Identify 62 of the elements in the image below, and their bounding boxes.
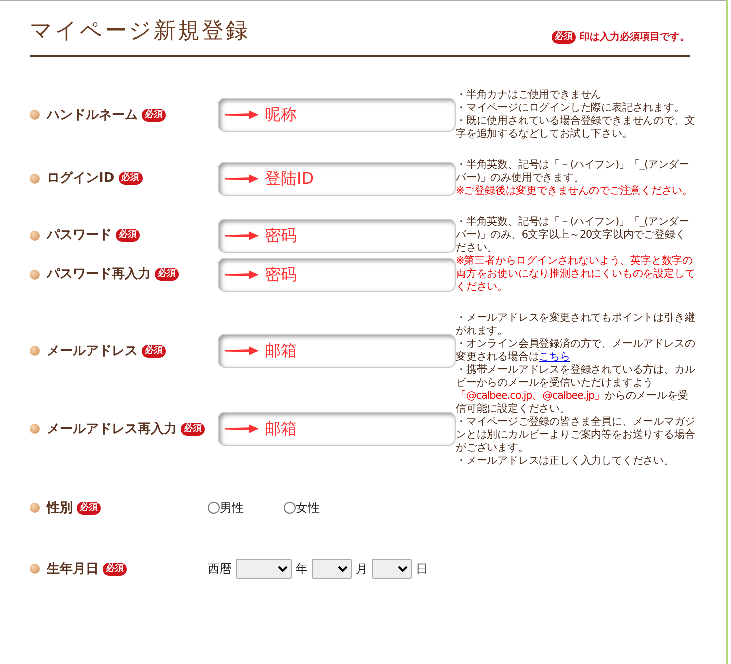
bullet-icon (30, 174, 40, 184)
note-text: ・マイページにログインした際に表記されます。 (456, 102, 685, 116)
radio-label: 女性 (296, 500, 320, 518)
input-field[interactable]: 邮箱 (218, 334, 456, 368)
bullet-icon (30, 564, 40, 574)
note-text: ・マイページご登録の皆さま全員に、メールマガジンとは別にカルビーよりご案内等をお送りする場合がございます。 (456, 416, 696, 455)
input-field[interactable]: 昵称 (218, 98, 456, 132)
note-text: ※ご登録後は変更できませんのでご注意ください。 (456, 185, 694, 198)
required-badge: 必須 (142, 108, 166, 122)
bullet-icon (30, 230, 40, 241)
bullet-icon (30, 270, 40, 280)
radio-label: 男性 (220, 500, 244, 518)
field-label: パスワード再入力 (47, 266, 151, 284)
arrow-icon (225, 270, 259, 280)
arrow-icon (225, 230, 259, 241)
date-select[interactable] (372, 559, 412, 580)
note-text: ・携帯メールアドレスを登録されている方は、カルビーからのメールを受信いただけますよう 「@calbee.co.jp、@calbee.jp」からのメールを受信可能に設定ください。 (456, 364, 696, 416)
bullet-icon (30, 503, 40, 514)
note-text: ・既に使用されている場合登録できませんので、文字を追加するなどしてお試し下さい。 (456, 115, 696, 142)
input-field[interactable]: 密码 (218, 218, 456, 253)
input-field[interactable]: 登陆ID (218, 162, 456, 196)
arrow-icon (225, 424, 259, 434)
date-label: 日 (416, 561, 428, 578)
required-badge: 必須 (116, 229, 140, 242)
arrow-icon (225, 174, 259, 184)
link[interactable]: こちら (539, 351, 570, 364)
input-field[interactable]: 邮箱 (218, 412, 456, 446)
field-label: メールアドレス (47, 342, 138, 361)
input-field[interactable]: 密码 (218, 258, 456, 292)
required-note: 印は入力必須項目です。 (580, 30, 690, 46)
date-select[interactable] (312, 559, 352, 580)
field-label: 生年月日 (47, 560, 99, 579)
note-text: ※第三者からログインされないよう、英字と数字の両方をお使いになり推測されにくいものを設定してください。 (456, 255, 696, 294)
field-label: ログインID (47, 170, 115, 188)
bullet-icon (30, 110, 40, 120)
arrow-icon (225, 110, 259, 120)
arrow-icon (225, 346, 259, 356)
bullet-icon (30, 346, 40, 356)
note-text: ・オンライン会員登録済の方で、メールアドレスの変更される場合はこちら (456, 338, 696, 364)
radio-button[interactable] (208, 502, 220, 514)
required-badge: 必須 (77, 502, 101, 515)
required-badge: 必須 (142, 344, 166, 358)
date-label: 西暦 (208, 561, 232, 578)
note-text: ・半角英数、記号は「－(ハイフン)」「_(アンダーバー)」のみ、6文字以上～20文字以内でご登録ください。 (456, 216, 691, 255)
note-text: ・半角英数、記号は「－(ハイフン)」「_(アンダーバー)」のみ使用できます。 (456, 159, 691, 185)
required-badge: 必須 (552, 31, 576, 44)
note-text: ・メールアドレスは正しく入力してください。 (456, 455, 676, 468)
bullet-icon (30, 424, 40, 434)
note-text: ・メールアドレスを変更されてもポイントは引き継がれます。 (456, 312, 696, 338)
required-badge: 必須 (181, 422, 205, 436)
field-label: パスワード (47, 227, 112, 246)
page-title: マイページ新規登録 (30, 19, 250, 46)
date-label: 年 (296, 561, 308, 578)
required-badge: 必須 (118, 172, 143, 186)
required-badge: 必須 (155, 268, 179, 282)
date-label: 月 (356, 561, 368, 578)
required-badge: 必須 (103, 562, 127, 576)
field-label: ハンドルネーム (47, 106, 138, 125)
radio-button[interactable] (284, 502, 296, 514)
note-text: ・半角カナはご使用できません (456, 89, 603, 102)
field-label: メールアドレス再入力 (47, 420, 177, 439)
field-label: 性別 (47, 500, 73, 518)
